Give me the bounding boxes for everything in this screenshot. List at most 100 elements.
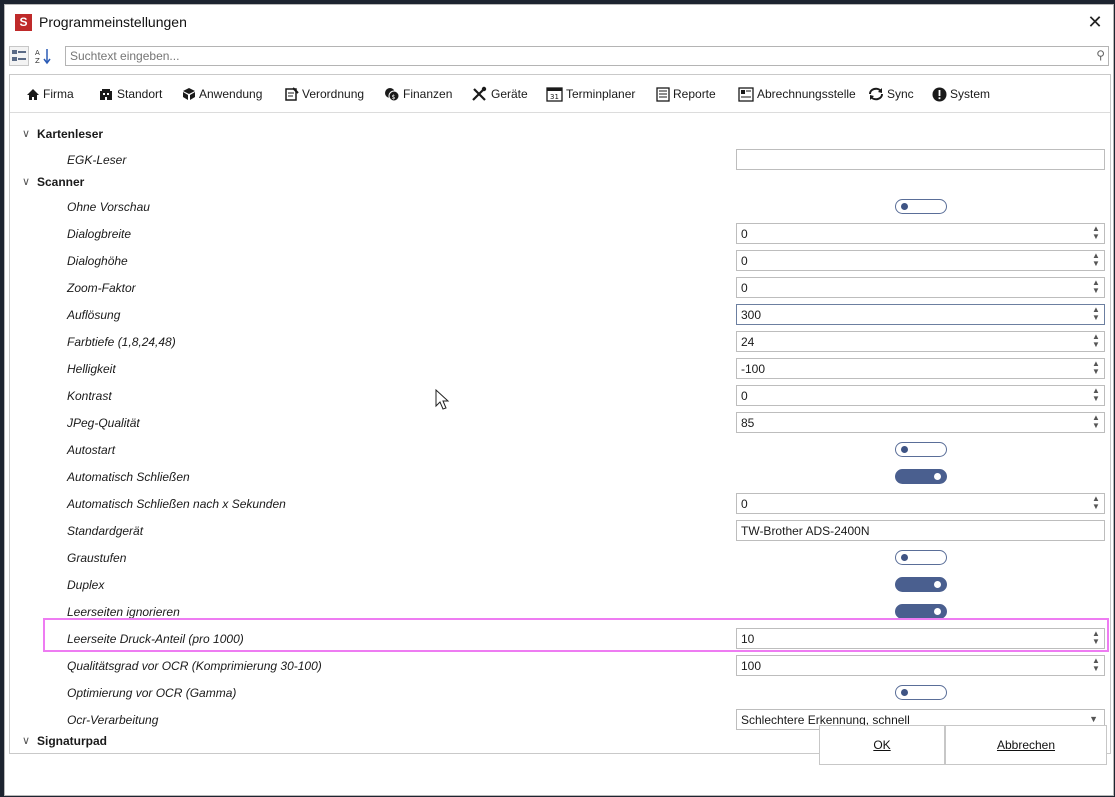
tab-standort[interactable]: Standort [98, 85, 162, 103]
tab-system[interactable]: System [932, 85, 990, 103]
dialoghoehe-spinner[interactable]: 0 ▲ ▼ [736, 250, 1105, 271]
property-row: Leerseite Druck-Anteil (pro 1000) 10 ▲ ▼ [10, 624, 1110, 651]
billing-icon [738, 86, 754, 102]
search-input[interactable] [66, 47, 1088, 65]
qualitaetsgrad-ocr-spinner[interactable]: 100 ▲ ▼ [736, 655, 1105, 676]
search-field[interactable]: ⚲ [65, 46, 1109, 66]
kontrast-spinner[interactable]: 0 ▲ ▼ [736, 385, 1105, 406]
spinner-arrows-icon[interactable]: ▲ ▼ [1091, 414, 1101, 431]
property-label: Optimierung vor OCR (Gamma) [67, 686, 237, 700]
leerseiten-ignorieren-toggle[interactable] [895, 604, 947, 619]
duplex-toggle[interactable] [895, 577, 947, 592]
cube-icon [183, 88, 195, 100]
field-value: 24 [741, 335, 755, 349]
cancel-button[interactable]: Abbrechen [945, 725, 1107, 765]
close-icon[interactable]: ✕ [1083, 10, 1107, 34]
svg-text:A: A [35, 49, 40, 57]
category-kartenleser[interactable]: ∨ Kartenleser [10, 121, 1110, 148]
tab-firma[interactable]: Firma [26, 85, 74, 103]
property-row: Helligkeit -100 ▲ ▼ [10, 354, 1110, 381]
tab-reporte[interactable]: Reporte [656, 85, 716, 103]
farbtiefe-spinner[interactable]: 24 ▲ ▼ [736, 331, 1105, 352]
auto-schliessen-toggle[interactable] [895, 469, 947, 484]
field-value: TW-Brother ADS-2400N [741, 524, 870, 538]
jpeg-qualitaet-spinner[interactable]: 85 ▲ ▼ [736, 412, 1105, 433]
tab-sync[interactable]: Sync [868, 85, 914, 103]
title-bar: S Programmeinstellungen ✕ [5, 5, 1113, 41]
sort-alphabetical-icon[interactable]: AZ [33, 46, 53, 66]
tab-geraete[interactable]: Geräte [471, 85, 528, 103]
property-label: Automatisch Schließen nach x Sekunden [67, 497, 286, 511]
property-row: EGK-Leser [10, 145, 1110, 172]
categorized-view-icon[interactable] [9, 46, 29, 66]
field-value: 300 [741, 308, 762, 322]
ok-button[interactable]: OK [819, 725, 945, 765]
egk-leser-field[interactable] [736, 149, 1105, 170]
ok-label: OK [873, 738, 891, 752]
chevron-down-icon[interactable]: ∨ [22, 175, 30, 188]
property-row: Standardgerät TW-Brother ADS-2400N [10, 516, 1110, 543]
spinner-arrows-icon[interactable]: ▲ ▼ [1091, 279, 1101, 296]
building-icon [100, 88, 112, 100]
spinner-arrows-icon[interactable]: ▲ ▼ [1091, 630, 1101, 647]
spinner-arrows-icon[interactable]: ▲ ▼ [1091, 360, 1101, 377]
property-label: JPeg-Qualität [67, 416, 140, 430]
property-label: Duplex [67, 578, 105, 592]
field-value: 0 [741, 281, 748, 295]
chevron-down-icon[interactable]: ∨ [22, 127, 30, 140]
zoom-faktor-spinner[interactable]: 0 ▲ ▼ [736, 277, 1105, 298]
spinner-arrows-icon[interactable]: ▲ ▼ [1091, 333, 1101, 350]
spinner-arrows-icon[interactable]: ▲ ▼ [1091, 306, 1101, 323]
tools-icon [472, 86, 487, 101]
property-row: Duplex [10, 570, 1110, 597]
spinner-arrows-icon[interactable]: ▲ ▼ [1091, 495, 1101, 512]
chevron-down-icon[interactable]: ▼ [1089, 714, 1098, 724]
spinner-arrows-icon[interactable]: ▲ ▼ [1091, 387, 1101, 404]
tab-terminplaner[interactable]: 31 Terminplaner [546, 85, 635, 103]
tab-abrechnungsstelle[interactable]: Abrechnungsstelle [738, 85, 856, 103]
field-value: 100 [741, 659, 762, 673]
category-label: Scanner [37, 175, 85, 189]
auto-schliessen-sekunden-spinner[interactable]: 0 ▲ ▼ [736, 493, 1105, 514]
dialogbreite-spinner[interactable]: 0 ▲ ▼ [736, 223, 1105, 244]
autostart-toggle[interactable] [895, 442, 947, 457]
property-label: EGK-Leser [67, 153, 127, 167]
leerseite-druck-anteil-spinner[interactable]: 10 ▲ ▼ [736, 628, 1105, 649]
property-label: Dialoghöhe [67, 254, 128, 268]
graustufen-toggle[interactable] [895, 550, 947, 565]
sync-icon [869, 87, 883, 101]
tab-label: Finanzen [403, 87, 453, 101]
search-icon[interactable]: ⚲ [1096, 48, 1105, 62]
field-value: 85 [741, 416, 755, 430]
category-label: Signaturpad [37, 734, 108, 748]
property-label: Leerseiten ignorieren [67, 605, 180, 619]
property-row: Kontrast 0 ▲ ▼ [10, 381, 1110, 408]
tab-label: Sync [887, 87, 914, 101]
tab-anwendung[interactable]: Anwendung [182, 85, 262, 103]
property-label: Zoom-Faktor [67, 281, 136, 295]
toggle-knob [901, 446, 908, 453]
property-row: Ohne Vorschau [10, 192, 1110, 219]
toggle-knob [934, 608, 941, 615]
svg-text:Z: Z [35, 57, 40, 65]
aufloesung-spinner[interactable]: 300 ▲ ▼ [736, 304, 1105, 325]
tab-finanzen[interactable]: $ Finanzen [384, 85, 452, 103]
chevron-down-icon[interactable]: ∨ [22, 734, 30, 747]
tab-label: Geräte [491, 87, 528, 101]
alert-icon [932, 87, 947, 101]
property-row: Dialogbreite 0 ▲ ▼ [10, 219, 1110, 246]
optimierung-ocr-toggle[interactable] [895, 685, 947, 700]
property-row: Zoom-Faktor 0 ▲ ▼ [10, 273, 1110, 300]
property-label: Dialogbreite [67, 227, 132, 241]
tab-verordnung[interactable]: Verordnung [284, 85, 364, 103]
spinner-arrows-icon[interactable]: ▲ ▼ [1091, 657, 1101, 674]
standardgeraet-field[interactable]: TW-Brother ADS-2400N [736, 520, 1105, 541]
helligkeit-spinner[interactable]: -100 ▲ ▼ [736, 358, 1105, 379]
spinner-arrows-icon[interactable]: ▲ ▼ [1091, 252, 1101, 269]
tab-label: Abrechnungsstelle [757, 87, 856, 101]
field-value: 0 [741, 254, 748, 268]
spinner-arrows-icon[interactable]: ▲ ▼ [1091, 225, 1101, 242]
property-label: Auflösung [67, 308, 121, 322]
ohne-vorschau-toggle[interactable] [895, 199, 947, 214]
field-value: 0 [741, 497, 748, 511]
